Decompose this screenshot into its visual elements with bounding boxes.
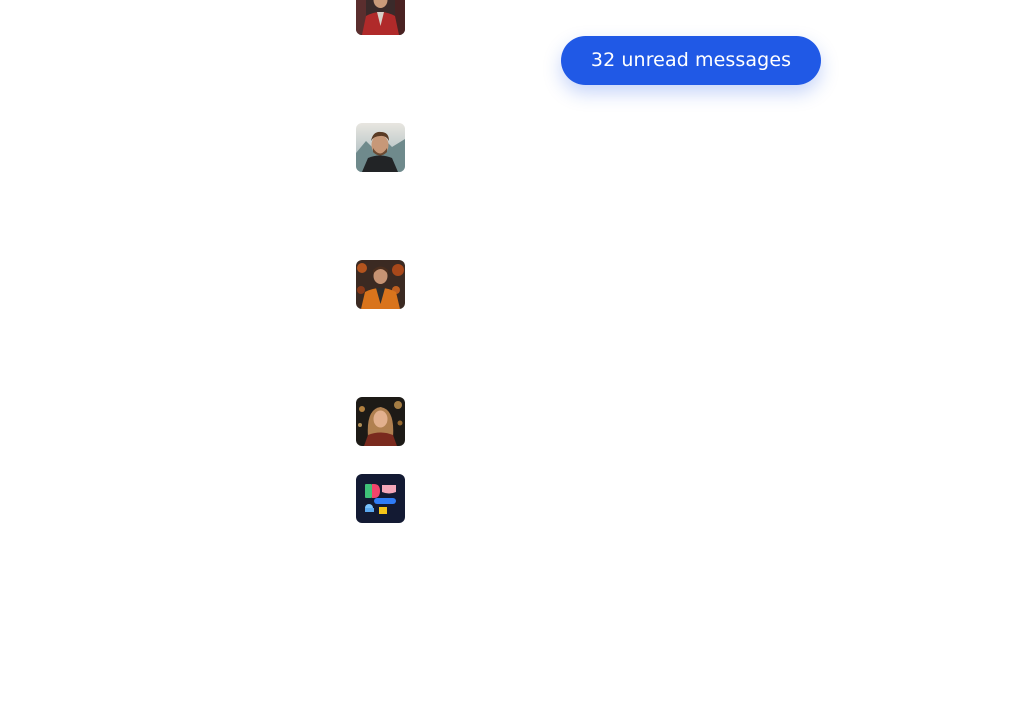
avatar[interactable]	[356, 474, 405, 523]
person-avatar-icon	[356, 397, 405, 446]
person-avatar-icon	[356, 0, 405, 35]
person-avatar-icon	[356, 260, 405, 309]
avatar[interactable]	[356, 260, 405, 309]
app-logo-icon	[356, 474, 405, 523]
message-list-view: 32 unread messages	[0, 0, 1024, 717]
avatar[interactable]	[356, 0, 405, 35]
avatar[interactable]	[356, 397, 405, 446]
unread-messages-button[interactable]: 32 unread messages	[561, 36, 821, 85]
avatar[interactable]	[356, 123, 405, 172]
person-avatar-icon	[356, 123, 405, 172]
